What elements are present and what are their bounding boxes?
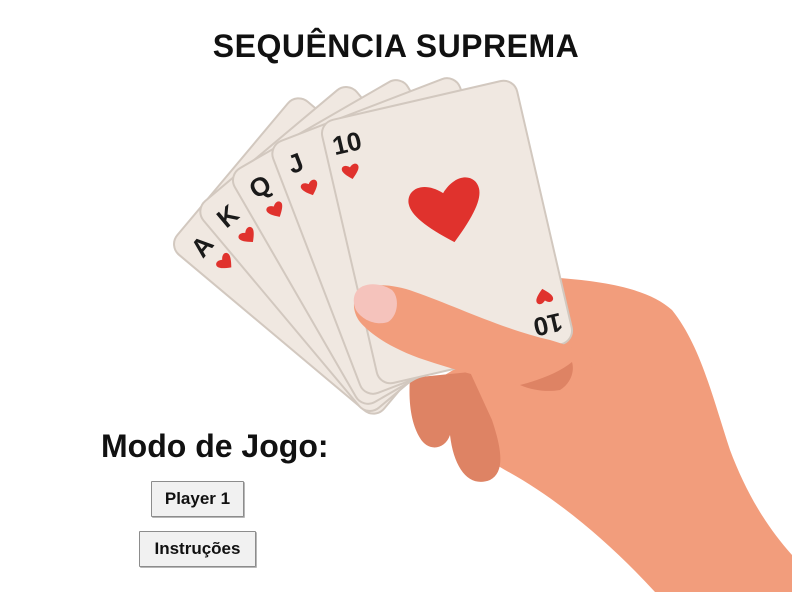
card-hand-illustration: A K Q J 10 10 <box>173 77 792 592</box>
game-mode-label: Modo de Jogo: <box>101 428 329 464</box>
instructions-button[interactable]: Instruções <box>139 531 256 567</box>
game-title: SEQUÊNCIA SUPREMA <box>212 28 580 64</box>
player-1-button[interactable]: Player 1 <box>151 481 244 517</box>
